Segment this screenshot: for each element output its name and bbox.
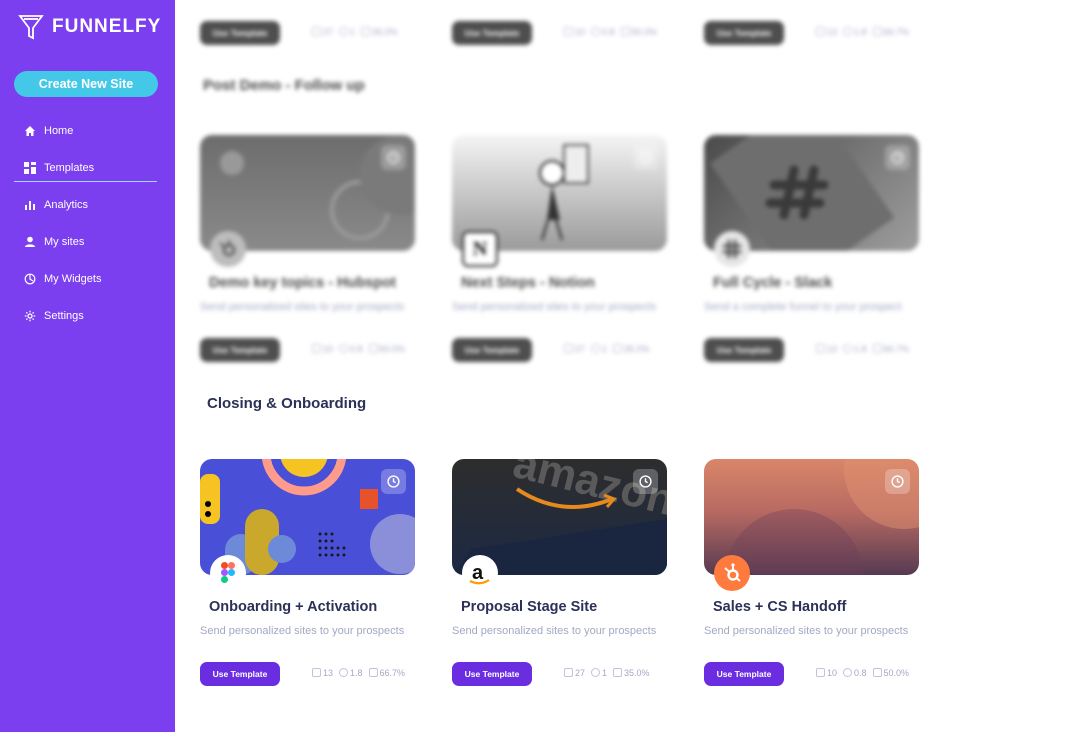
sidebar-item-templates[interactable]: Templates (0, 149, 175, 186)
card-stats: 13 1.8 66.7% (816, 27, 909, 37)
views-count: 13 (816, 27, 837, 37)
card-stats: 10 0.8 50.0% (564, 27, 657, 37)
sidebar-item-label: Settings (44, 309, 84, 322)
use-template-button[interactable]: Use Template (452, 21, 532, 45)
amazon-icon: a (462, 555, 498, 591)
brand-name: FUNNELFY (52, 16, 162, 37)
card-stats: 13 1.8 66.7% (312, 668, 405, 678)
sidebar-item-label: Home (44, 124, 74, 137)
use-template-button[interactable]: Use Template (200, 662, 280, 686)
slack-icon (714, 231, 750, 267)
rate-value: 66.7% (368, 668, 405, 678)
widget-icon (24, 273, 36, 284)
card-subtitle: Send personalized sites to your prospect… (452, 301, 657, 313)
time-value: 1 (339, 27, 355, 37)
hubspot-icon (714, 555, 750, 591)
views-count: 13 (816, 344, 837, 354)
rate-value: 50.0% (872, 668, 909, 678)
card-stats: 10 0.8 50.0% (312, 344, 405, 354)
use-template-button[interactable]: Use Template (200, 21, 280, 45)
rate-value: 66.7% (872, 344, 909, 354)
sidebar-item-settings[interactable]: Settings (0, 297, 175, 334)
section-title: Post Demo - Follow up (203, 77, 365, 94)
views-count: 27 (564, 668, 585, 678)
card-subtitle: Send personalized sites to your prospect… (704, 625, 909, 637)
create-new-site-button[interactable]: Create New Site (14, 71, 158, 97)
views-count: 10 (816, 668, 837, 678)
rate-value: 35.0% (613, 344, 650, 354)
rate-value: 50.0% (368, 344, 405, 354)
card-title: Onboarding + Activation (209, 599, 378, 615)
sidebar-item-label: My Widgets (44, 272, 102, 285)
user-icon (25, 236, 35, 247)
card-stats: 10 0.8 50.0% (816, 668, 909, 678)
clock-icon (381, 145, 406, 170)
rate-value: 50.0% (620, 27, 657, 37)
sidebar-item-home[interactable]: Home (0, 112, 175, 149)
card-subtitle: Send personalized sites to your prospect… (200, 301, 405, 313)
use-template-button[interactable]: Use Template (452, 662, 532, 686)
rate-value: 35.0% (613, 668, 650, 678)
svg-text:a: a (472, 562, 484, 584)
time-value: 0.8 (591, 27, 615, 37)
sidebar-item-analytics[interactable]: Analytics (0, 186, 175, 223)
bar-chart-icon (25, 200, 35, 210)
time-value: 1.8 (843, 27, 867, 37)
card-stats: 13 1.8 66.7% (816, 344, 909, 354)
clock-icon (885, 145, 910, 170)
brand-logo[interactable]: FUNNELFY (18, 13, 161, 41)
use-template-button[interactable]: Use Template (704, 338, 784, 362)
card-subtitle: Send a complete funnel to your prospect (704, 301, 902, 313)
sidebar-item-label: Analytics (44, 198, 89, 211)
section-title: Closing & Onboarding (207, 395, 367, 412)
funnel-icon (18, 15, 44, 40)
hubspot-icon (210, 231, 246, 267)
sidebar-nav: Home Templates Analytics My sites My Wid… (0, 112, 175, 334)
views-count: 13 (312, 668, 333, 678)
time-value: 0.8 (339, 344, 363, 354)
views-count: 27 (312, 27, 333, 37)
clock-icon (381, 469, 406, 494)
notion-icon: N (462, 231, 498, 267)
card-title: Proposal Stage Site (461, 599, 598, 615)
card-title: Next Steps - Notion (461, 275, 595, 291)
figma-icon (210, 555, 246, 591)
rate-value: 35.0% (361, 27, 398, 37)
use-template-button[interactable]: Use Template (452, 338, 532, 362)
views-count: 10 (564, 27, 585, 37)
card-title: Demo key topics - Hubspot (209, 275, 396, 291)
time-value: 1 (591, 344, 607, 354)
time-value: 1.8 (843, 344, 867, 354)
sidebar-item-label: My sites (44, 235, 85, 248)
card-title: Full Cycle - Slack (713, 275, 833, 291)
card-stats: 27 1 35.0% (312, 27, 398, 37)
views-count: 27 (564, 344, 585, 354)
card-subtitle: Send personalized sites to your prospect… (200, 625, 405, 637)
card-subtitle: Send personalized sites to your prospect… (452, 625, 657, 637)
card-title: Sales + CS Handoff (713, 599, 847, 615)
sidebar: FUNNELFY Create New Site Home Templates … (0, 0, 175, 732)
card-stats: 27 1 35.0% (564, 668, 650, 678)
clock-icon (633, 469, 658, 494)
use-template-button[interactable]: Use Template (200, 338, 280, 362)
sidebar-item-label: Templates (44, 161, 95, 174)
rate-value: 66.7% (872, 27, 909, 37)
views-count: 10 (312, 344, 333, 354)
card-stats: 27 1 35.0% (564, 344, 650, 354)
gear-icon (24, 310, 36, 321)
time-value: 1.8 (339, 668, 363, 678)
use-template-button[interactable]: Use Template (704, 662, 784, 686)
clock-icon (633, 145, 658, 170)
grid-icon (24, 161, 36, 174)
use-template-button[interactable]: Use Template (704, 21, 784, 45)
clock-icon (885, 469, 910, 494)
sidebar-item-my-sites[interactable]: My sites (0, 223, 175, 260)
home-icon (25, 125, 35, 136)
time-value: 0.8 (843, 668, 867, 678)
time-value: 1 (591, 668, 607, 678)
sidebar-item-my-widgets[interactable]: My Widgets (0, 260, 175, 297)
templates-main: Use Template 27 1 35.0% Use Template 10 … (175, 0, 1087, 732)
